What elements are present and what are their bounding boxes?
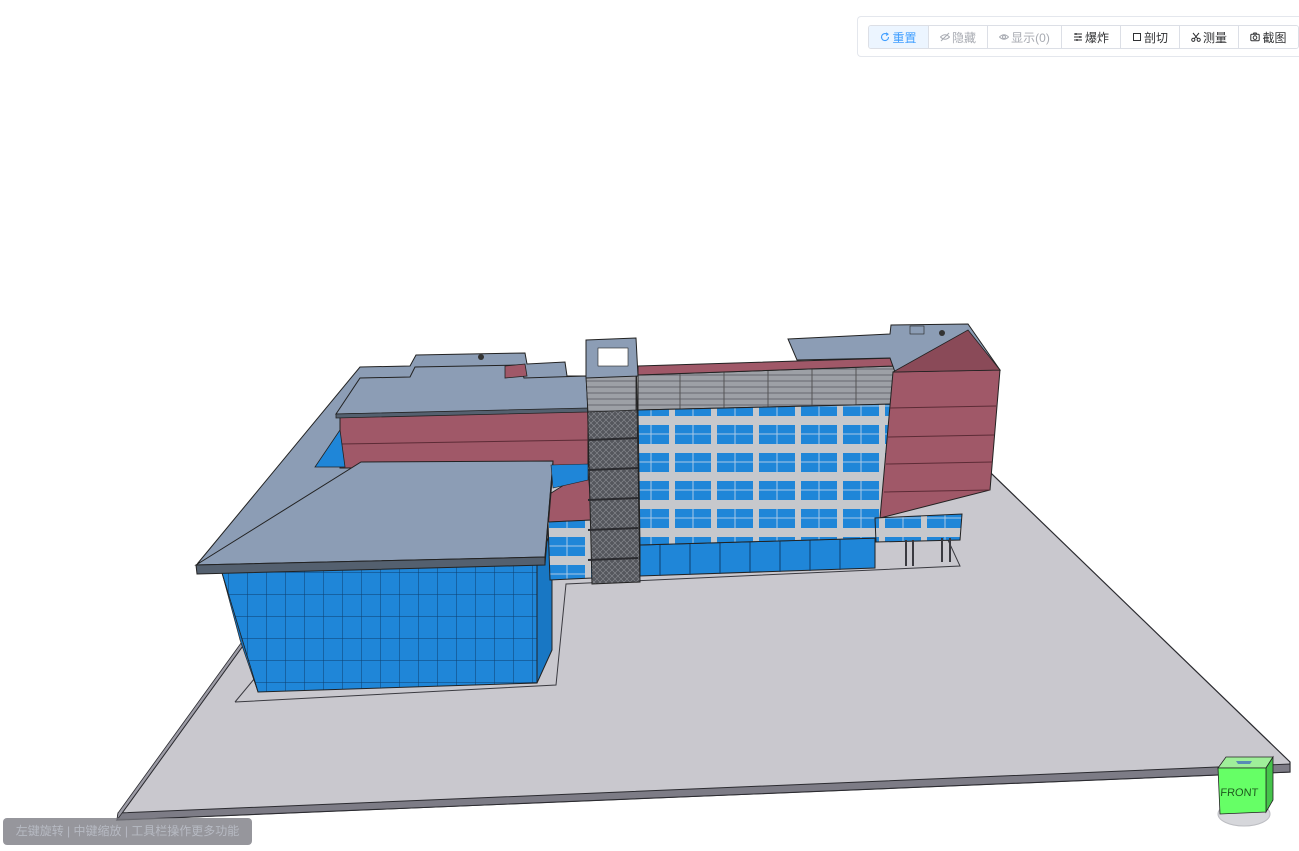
building-model[interactable] [0,0,1299,851]
reset-label: 重置 [892,30,917,45]
explode-icon [1073,32,1083,42]
screenshot-button[interactable]: 截图 [1239,26,1298,48]
toolbar-button-group: 重置 隐藏 显示(0) 爆炸 剖切 测量 截图 [868,25,1299,49]
controls-hint: 左键旋转 | 中键缩放 | 工具栏操作更多功能 [3,818,252,845]
explode-button[interactable]: 爆炸 [1062,26,1121,48]
screenshot-label: 截图 [1262,30,1287,45]
main-tower [637,357,896,546]
eye-off-icon [939,32,950,42]
measure-label: 测量 [1202,30,1227,45]
stair-core [585,337,641,585]
view-cube-label: FRONT [1220,787,1259,799]
section-box-icon [1132,32,1142,42]
viewer-toolbar: 重置 隐藏 显示(0) 爆炸 剖切 测量 截图 [857,16,1299,57]
hide-label: 隐藏 [951,30,976,45]
front-glass-block [194,460,554,693]
camera-icon [1250,32,1261,42]
explode-label: 爆炸 [1084,30,1109,45]
view-cube[interactable]: FRONT [1214,754,1276,830]
show-button[interactable]: 显示(0) [988,26,1062,48]
section-label: 剖切 [1143,30,1168,45]
section-button[interactable]: 剖切 [1121,26,1180,48]
measure-button[interactable]: 测量 [1180,26,1239,48]
reset-button[interactable]: 重置 [869,26,929,48]
3d-viewport[interactable]: 重置 隐藏 显示(0) 爆炸 剖切 测量 截图 左键旋转 | 中键缩放 | 工具… [0,0,1299,851]
show-label: 显示(0) [1011,30,1050,45]
eye-icon [999,32,1010,42]
hide-button[interactable]: 隐藏 [929,26,988,48]
refresh-icon [880,32,890,42]
measure-icon [1191,32,1201,42]
